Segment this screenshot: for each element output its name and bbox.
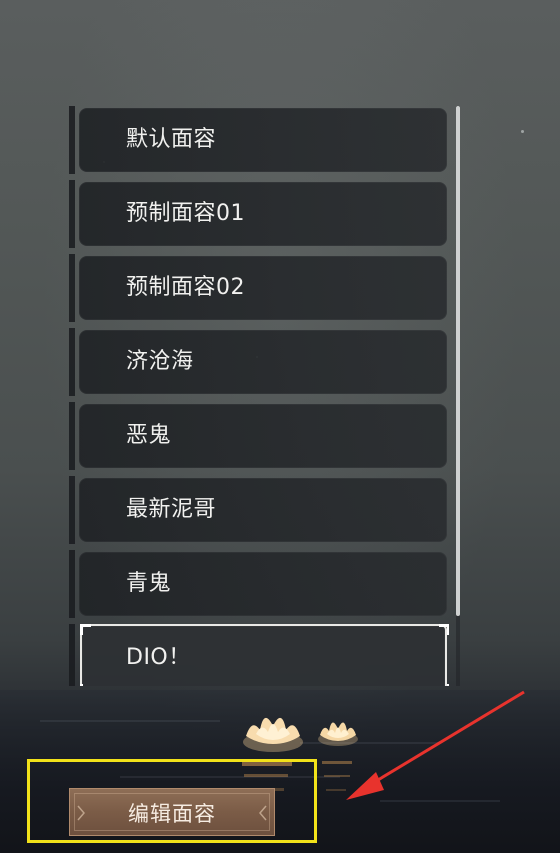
game-scene: 默认面容 预制面容01 预制面容02 济沧海 恶鬼 最新泥哥 青鬼 DIO！ 编… (0, 0, 560, 853)
annotation-arrow-icon (346, 690, 525, 800)
